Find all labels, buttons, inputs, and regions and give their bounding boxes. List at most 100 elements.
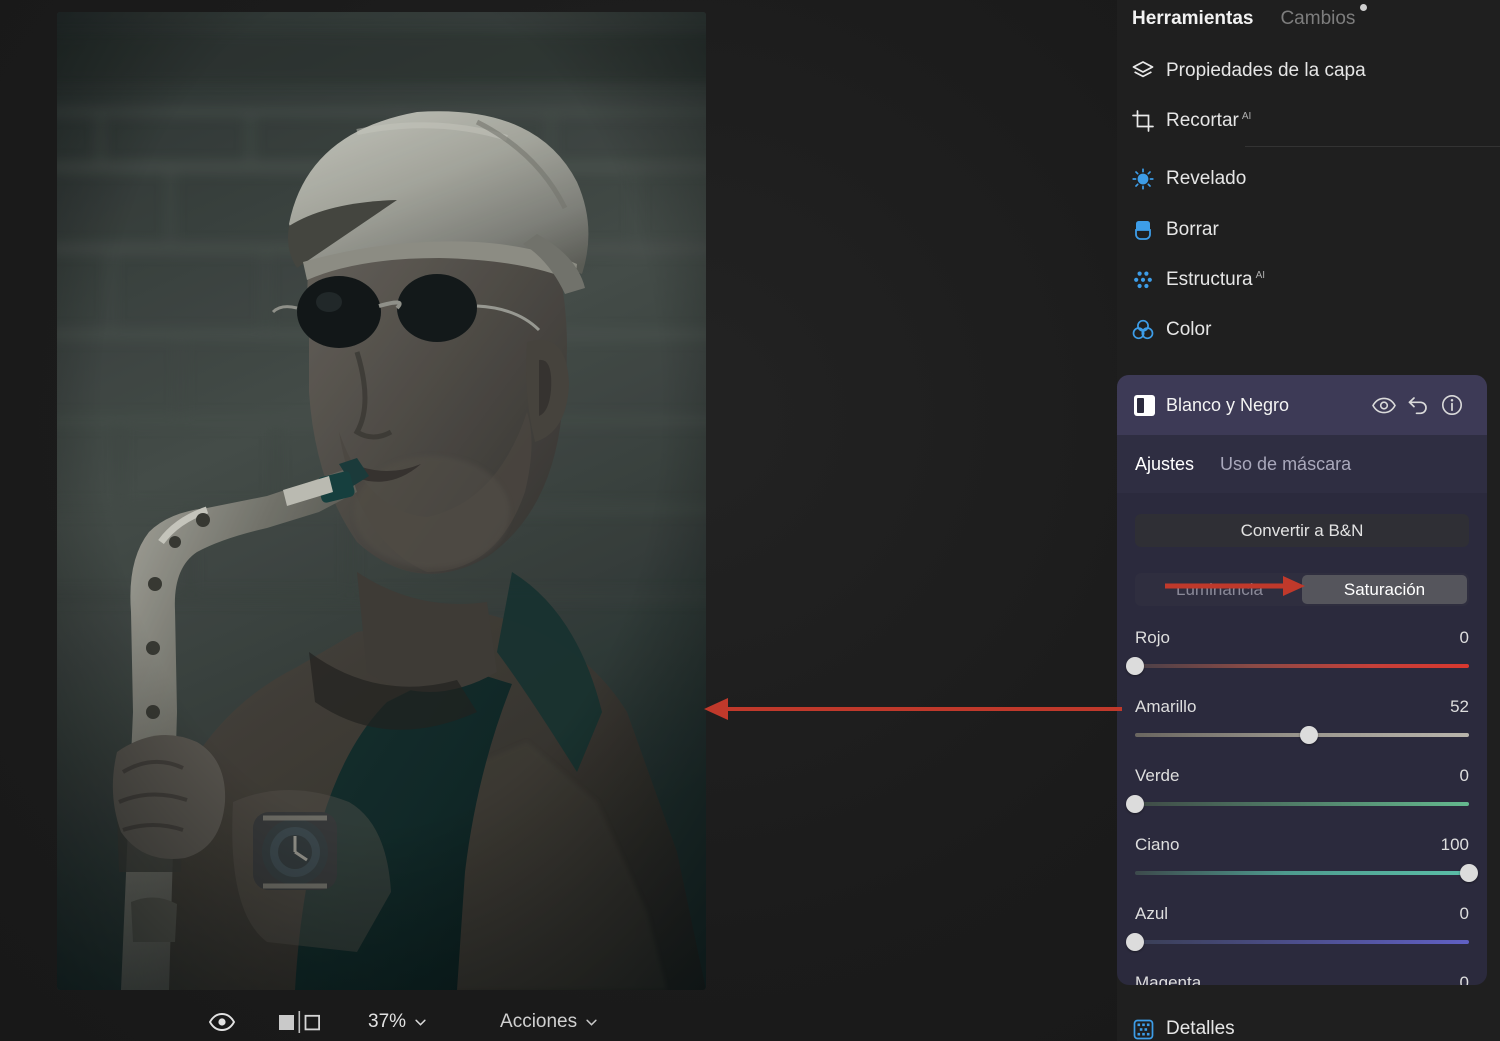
slider-ciano: Ciano 100 [1135, 835, 1478, 882]
actions-label: Acciones [500, 1011, 578, 1032]
info-icon[interactable] [1435, 388, 1469, 422]
sidebar-item-propiedades-de-la-capa[interactable]: Propiedades de la capa [1132, 54, 1484, 88]
sidebar-item-estructura[interactable]: Estructura AI [1132, 263, 1484, 297]
sidebar-item-revelado[interactable]: Revelado [1132, 162, 1484, 196]
structure-dots-glyph [1134, 271, 1152, 289]
slider-label: Azul [1135, 904, 1169, 923]
sidebar-item-label: Propiedades de la capa [1166, 60, 1366, 81]
details-grid-icon [1132, 1018, 1154, 1040]
eye-glyph [1372, 397, 1396, 413]
slider-track-wrap[interactable] [1135, 864, 1478, 882]
slider-handle[interactable] [1126, 933, 1144, 951]
slider-handle[interactable] [1126, 795, 1144, 813]
luminancia-saturacion-segmented-control: Luminancia Saturación [1135, 573, 1469, 606]
panel-tab-bar: Ajustes Uso de máscara [1117, 435, 1487, 493]
color-circles-glyph [1132, 319, 1154, 340]
eraser-icon [1132, 219, 1154, 241]
eraser-glyph [1135, 221, 1151, 240]
photo-preview[interactable] [57, 12, 706, 990]
undo-glyph [1408, 397, 1427, 415]
slider-amarillo: Amarillo 52 [1135, 697, 1469, 744]
panel-title: Blanco y Negro [1166, 394, 1290, 415]
develop-sun-glyph [1132, 168, 1154, 190]
segment-saturacion[interactable]: Saturación [1302, 575, 1467, 604]
structure-dots-icon [1132, 269, 1154, 291]
color-sliders-list: Rojo 0 Amarillo 52 Verde 0 Ciano 100 Azul 0 Magent… [1126, 628, 1478, 985]
info-glyph [1442, 395, 1462, 415]
slider-value: 0 [1459, 628, 1469, 647]
sidebar-item-label: Revelado [1166, 168, 1247, 189]
segment-luminancia[interactable]: Luminancia [1137, 575, 1302, 604]
undo-icon[interactable] [1401, 388, 1435, 422]
zoom-level-dropdown[interactable]: 37% [368, 1011, 426, 1033]
slider-handle[interactable] [1126, 657, 1144, 675]
ai-badge: AI [1255, 270, 1266, 281]
slider-value: 100 [1440, 835, 1469, 854]
slider-track[interactable] [1135, 802, 1469, 806]
slider-header: Azul 0 [1135, 904, 1469, 924]
sidebar-item-label: Recortar AI [1166, 110, 1252, 131]
slider-track[interactable] [1135, 940, 1469, 944]
layers-icon [1132, 60, 1154, 82]
slider-verde: Verde 0 [1126, 766, 1469, 813]
split-compare-glyph [279, 1011, 321, 1033]
slider-track-wrap[interactable] [1126, 657, 1469, 675]
tab-herramientas[interactable]: Herramientas [1132, 6, 1253, 32]
color-circles-icon [1132, 319, 1154, 341]
eye-icon[interactable] [1367, 388, 1401, 422]
sidebar-item-color[interactable]: Color [1132, 313, 1484, 347]
sidebar-item-recortar[interactable]: Recortar AI [1132, 104, 1484, 138]
tab-uso-de-mascara[interactable]: Uso de máscara [1220, 454, 1351, 475]
slider-handle[interactable] [1299, 726, 1318, 744]
tools-divider [1245, 146, 1500, 147]
slider-magenta: Magenta 0 [1135, 973, 1469, 985]
slider-value: 52 [1450, 697, 1469, 716]
tab-ajustes[interactable]: Ajustes [1135, 454, 1194, 475]
sidebar-item-detalles[interactable]: Detalles [1132, 1018, 1235, 1040]
eye-icon-glyph [209, 1013, 235, 1031]
slider-azul: Azul 0 [1126, 904, 1469, 951]
cambios-badge-dot [1360, 4, 1368, 11]
eye-icon[interactable] [200, 1005, 244, 1039]
chevron-down-icon [415, 1019, 426, 1026]
slider-header: Verde 0 [1135, 766, 1469, 786]
ai-badge: AI [1241, 111, 1252, 122]
sidebar-item-label: Borrar [1166, 219, 1219, 240]
sidebar-item-label: Estructura AI [1166, 269, 1266, 290]
tab-cambios-label: Cambios [1280, 8, 1356, 29]
slider-label: Verde [1135, 766, 1180, 785]
slider-header: Rojo 0 [1135, 628, 1469, 648]
blanco-y-negro-panel: Blanco y Negro Ajustes Uso de máscara Co… [1117, 375, 1487, 985]
canvas-area: 37% Acciones [0, 0, 1117, 1041]
slider-track-wrap[interactable] [1126, 795, 1469, 813]
panel-body: Convertir a B&N Luminancia Saturación Ro… [1117, 493, 1487, 985]
slider-header: Amarillo 52 [1135, 697, 1469, 717]
slider-label: Rojo [1135, 628, 1170, 647]
details-grid-glyph [1133, 1019, 1153, 1039]
split-compare-icon[interactable] [272, 1005, 328, 1039]
actions-dropdown[interactable]: Acciones [500, 1011, 597, 1033]
chevron-down-icon [586, 1019, 597, 1026]
slider-track-wrap[interactable] [1135, 726, 1469, 744]
slider-track[interactable] [1135, 664, 1469, 668]
sidebar-tab-bar: Herramientas Cambios [1132, 4, 1368, 32]
develop-sun-icon [1132, 168, 1154, 190]
slider-handle[interactable] [1460, 864, 1478, 882]
slider-label: Magenta [1135, 973, 1202, 985]
photo-artwork [57, 12, 706, 990]
zoom-level-value: 37% [368, 1011, 407, 1032]
slider-track-wrap[interactable] [1126, 933, 1469, 951]
slider-label: Amarillo [1135, 697, 1197, 716]
slider-label: Ciano [1135, 835, 1180, 854]
panel-header: Blanco y Negro [1117, 375, 1487, 435]
slider-value: 0 [1459, 973, 1469, 985]
slider-value: 0 [1459, 766, 1469, 785]
sidebar-item-label: Detalles [1166, 1018, 1235, 1039]
convertir-a-byn-button[interactable]: Convertir a B&N [1135, 514, 1469, 547]
slider-track[interactable] [1135, 871, 1469, 875]
crop-glyph [1132, 110, 1154, 132]
crop-icon [1132, 110, 1154, 132]
tab-cambios[interactable]: Cambios [1280, 4, 1368, 32]
right-sidebar: Herramientas Cambios Propiedades de la c… [1117, 0, 1500, 1041]
sidebar-item-borrar[interactable]: Borrar [1132, 213, 1484, 247]
